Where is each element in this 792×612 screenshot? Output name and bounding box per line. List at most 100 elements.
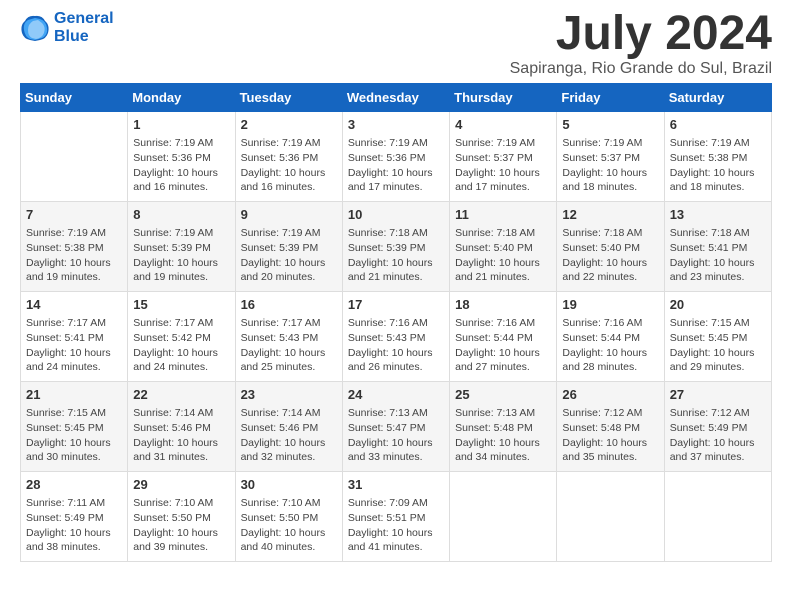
day-number: 24 — [348, 386, 444, 404]
calendar-cell: 9 Sunrise: 7:19 AM Sunset: 5:39 PM Daylig… — [235, 202, 342, 292]
calendar-cell: 10 Sunrise: 7:18 AM Sunset: 5:39 PM Dayli… — [342, 202, 449, 292]
calendar-cell: 31 Sunrise: 7:09 AM Sunset: 5:51 PM Dayli… — [342, 472, 449, 562]
calendar-cell: 7 Sunrise: 7:19 AM Sunset: 5:38 PM Daylig… — [21, 202, 128, 292]
day-number: 12 — [562, 206, 658, 224]
day-info: Sunrise: 7:19 AM Sunset: 5:36 PM Dayligh… — [348, 136, 444, 195]
day-number: 5 — [562, 116, 658, 134]
calendar-cell — [450, 472, 557, 562]
day-number: 9 — [241, 206, 337, 224]
week-row-1: 1 Sunrise: 7:19 AM Sunset: 5:36 PM Daylig… — [21, 112, 772, 202]
day-info: Sunrise: 7:19 AM Sunset: 5:36 PM Dayligh… — [241, 136, 337, 195]
col-header-saturday: Saturday — [664, 84, 771, 112]
calendar-cell: 18 Sunrise: 7:16 AM Sunset: 5:44 PM Dayli… — [450, 292, 557, 382]
calendar-cell — [664, 472, 771, 562]
day-info: Sunrise: 7:14 AM Sunset: 5:46 PM Dayligh… — [133, 406, 229, 465]
day-info: Sunrise: 7:19 AM Sunset: 5:37 PM Dayligh… — [455, 136, 551, 195]
day-info: Sunrise: 7:17 AM Sunset: 5:41 PM Dayligh… — [26, 316, 122, 375]
calendar-cell: 3 Sunrise: 7:19 AM Sunset: 5:36 PM Daylig… — [342, 112, 449, 202]
day-number: 16 — [241, 296, 337, 314]
day-number: 23 — [241, 386, 337, 404]
col-header-wednesday: Wednesday — [342, 84, 449, 112]
calendar-cell: 4 Sunrise: 7:19 AM Sunset: 5:37 PM Daylig… — [450, 112, 557, 202]
day-info: Sunrise: 7:19 AM Sunset: 5:38 PM Dayligh… — [670, 136, 766, 195]
calendar-cell: 16Sunrise: 7:17 AM Sunset: 5:43 PM Dayli… — [235, 292, 342, 382]
day-info: Sunrise: 7:12 AM Sunset: 5:49 PM Dayligh… — [670, 406, 766, 465]
calendar-cell: 14 Sunrise: 7:17 AM Sunset: 5:41 PM Dayli… — [21, 292, 128, 382]
day-number: 18 — [455, 296, 551, 314]
day-info: Sunrise: 7:15 AM Sunset: 5:45 PM Dayligh… — [26, 406, 122, 465]
day-number: 15 — [133, 296, 229, 314]
day-info: Sunrise: 7:16 AM Sunset: 5:44 PM Dayligh… — [562, 316, 658, 375]
logo-text: General Blue — [54, 10, 114, 45]
day-number: 3 — [348, 116, 444, 134]
calendar-cell: 5 Sunrise: 7:19 AM Sunset: 5:37 PM Daylig… — [557, 112, 664, 202]
calendar-cell: 19 Sunrise: 7:16 AM Sunset: 5:44 PM Dayli… — [557, 292, 664, 382]
day-info: Sunrise: 7:16 AM Sunset: 5:43 PM Dayligh… — [348, 316, 444, 375]
day-info: Sunrise: 7:09 AM Sunset: 5:51 PM Dayligh… — [348, 496, 444, 555]
day-number: 19 — [562, 296, 658, 314]
calendar-cell: 6Sunrise: 7:19 AM Sunset: 5:38 PM Daylig… — [664, 112, 771, 202]
day-number: 8 — [133, 206, 229, 224]
day-info: Sunrise: 7:19 AM Sunset: 5:39 PM Dayligh… — [133, 226, 229, 285]
calendar-cell: 29 Sunrise: 7:10 AM Sunset: 5:50 PM Dayli… — [128, 472, 235, 562]
day-info: Sunrise: 7:15 AM Sunset: 5:45 PM Dayligh… — [670, 316, 766, 375]
week-row-3: 14 Sunrise: 7:17 AM Sunset: 5:41 PM Dayli… — [21, 292, 772, 382]
col-header-tuesday: Tuesday — [235, 84, 342, 112]
day-number: 28 — [26, 476, 122, 494]
calendar-cell: 8 Sunrise: 7:19 AM Sunset: 5:39 PM Daylig… — [128, 202, 235, 292]
col-header-thursday: Thursday — [450, 84, 557, 112]
logo: General Blue — [20, 10, 114, 45]
calendar-cell: 27 Sunrise: 7:12 AM Sunset: 5:49 PM Dayli… — [664, 382, 771, 472]
week-row-5: 28 Sunrise: 7:11 AM Sunset: 5:49 PM Dayli… — [21, 472, 772, 562]
calendar-cell: 22 Sunrise: 7:14 AM Sunset: 5:46 PM Dayli… — [128, 382, 235, 472]
day-number: 1 — [133, 116, 229, 134]
calendar-cell: 21 Sunrise: 7:15 AM Sunset: 5:45 PM Dayli… — [21, 382, 128, 472]
month-title: July 2024 — [510, 10, 772, 58]
day-number: 7 — [26, 206, 122, 224]
calendar-cell: 24Sunrise: 7:13 AM Sunset: 5:47 PM Dayli… — [342, 382, 449, 472]
day-info: Sunrise: 7:11 AM Sunset: 5:49 PM Dayligh… — [26, 496, 122, 555]
day-info: Sunrise: 7:17 AM Sunset: 5:42 PM Dayligh… — [133, 316, 229, 375]
day-number: 17 — [348, 296, 444, 314]
day-number: 11 — [455, 206, 551, 224]
calendar-cell: 2 Sunrise: 7:19 AM Sunset: 5:36 PM Daylig… — [235, 112, 342, 202]
calendar-cell: 17 Sunrise: 7:16 AM Sunset: 5:43 PM Dayli… — [342, 292, 449, 382]
location: Sapiranga, Rio Grande do Sul, Brazil — [510, 60, 772, 78]
calendar-cell: 1 Sunrise: 7:19 AM Sunset: 5:36 PM Daylig… — [128, 112, 235, 202]
calendar-cell: 11 Sunrise: 7:18 AM Sunset: 5:40 PM Dayli… — [450, 202, 557, 292]
day-info: Sunrise: 7:10 AM Sunset: 5:50 PM Dayligh… — [241, 496, 337, 555]
day-info: Sunrise: 7:10 AM Sunset: 5:50 PM Dayligh… — [133, 496, 229, 555]
day-info: Sunrise: 7:12 AM Sunset: 5:48 PM Dayligh… — [562, 406, 658, 465]
calendar-cell: 26 Sunrise: 7:12 AM Sunset: 5:48 PM Dayli… — [557, 382, 664, 472]
title-block: July 2024 Sapiranga, Rio Grande do Sul, … — [510, 10, 772, 78]
calendar-table: SundayMondayTuesdayWednesdayThursdayFrid… — [20, 83, 772, 562]
column-headers: SundayMondayTuesdayWednesdayThursdayFrid… — [21, 84, 772, 112]
calendar-cell: 30Sunrise: 7:10 AM Sunset: 5:50 PM Dayli… — [235, 472, 342, 562]
day-number: 2 — [241, 116, 337, 134]
day-number: 20 — [670, 296, 766, 314]
day-info: Sunrise: 7:18 AM Sunset: 5:40 PM Dayligh… — [562, 226, 658, 285]
day-number: 21 — [26, 386, 122, 404]
day-info: Sunrise: 7:18 AM Sunset: 5:40 PM Dayligh… — [455, 226, 551, 285]
page-header: General Blue July 2024 Sapiranga, Rio Gr… — [20, 10, 772, 78]
week-row-4: 21 Sunrise: 7:15 AM Sunset: 5:45 PM Dayli… — [21, 382, 772, 472]
day-info: Sunrise: 7:19 AM Sunset: 5:39 PM Dayligh… — [241, 226, 337, 285]
day-info: Sunrise: 7:13 AM Sunset: 5:48 PM Dayligh… — [455, 406, 551, 465]
calendar-cell: 23Sunrise: 7:14 AM Sunset: 5:46 PM Dayli… — [235, 382, 342, 472]
day-info: Sunrise: 7:19 AM Sunset: 5:38 PM Dayligh… — [26, 226, 122, 285]
day-number: 31 — [348, 476, 444, 494]
day-number: 22 — [133, 386, 229, 404]
day-number: 29 — [133, 476, 229, 494]
day-info: Sunrise: 7:18 AM Sunset: 5:39 PM Dayligh… — [348, 226, 444, 285]
day-number: 27 — [670, 386, 766, 404]
calendar-cell: 25 Sunrise: 7:13 AM Sunset: 5:48 PM Dayli… — [450, 382, 557, 472]
day-info: Sunrise: 7:19 AM Sunset: 5:36 PM Dayligh… — [133, 136, 229, 195]
day-number: 25 — [455, 386, 551, 404]
day-number: 10 — [348, 206, 444, 224]
day-number: 4 — [455, 116, 551, 134]
day-info: Sunrise: 7:18 AM Sunset: 5:41 PM Dayligh… — [670, 226, 766, 285]
day-info: Sunrise: 7:16 AM Sunset: 5:44 PM Dayligh… — [455, 316, 551, 375]
day-number: 26 — [562, 386, 658, 404]
day-info: Sunrise: 7:19 AM Sunset: 5:37 PM Dayligh… — [562, 136, 658, 195]
day-number: 14 — [26, 296, 122, 314]
